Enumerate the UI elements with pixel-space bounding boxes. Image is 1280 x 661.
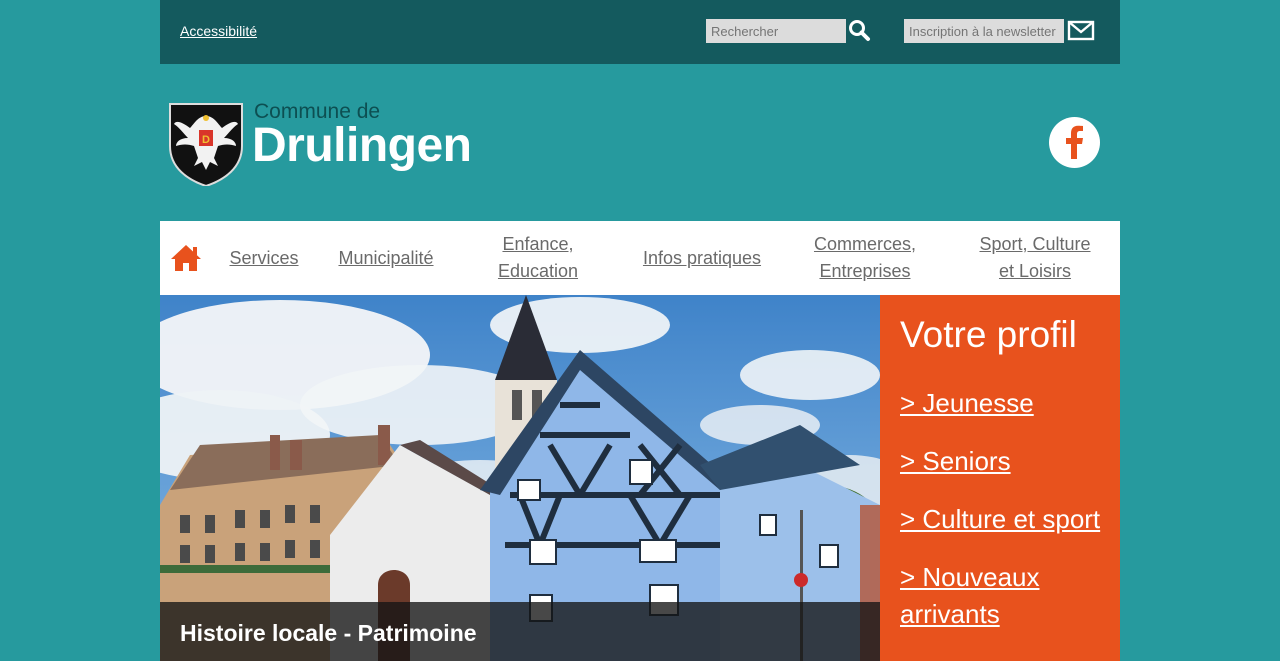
profile-link-jeunesse[interactable]: > Jeunesse <box>900 385 1034 422</box>
hero-slider[interactable]: Histoire locale - Patrimoine <box>160 295 880 661</box>
nav-item-infos-pratiques[interactable]: Infos pratiques <box>630 221 774 295</box>
home-button[interactable] <box>170 243 202 273</box>
hero-caption[interactable]: Histoire locale - Patrimoine <box>180 620 477 647</box>
facebook-link[interactable] <box>1049 117 1100 168</box>
accessibility-link[interactable]: Accessibilité <box>180 23 257 39</box>
search-input[interactable] <box>706 19 846 43</box>
site-logo[interactable]: D Commune de Drulingen <box>168 100 508 188</box>
profile-panel: Votre profil > Jeunesse > Seniors > Cult… <box>880 295 1120 661</box>
envelope-icon <box>1067 20 1095 41</box>
newsletter-input[interactable] <box>904 19 1064 43</box>
nav-item-commerces-entreprises[interactable]: Commerces, Entreprises <box>798 221 932 295</box>
coat-of-arms-icon: D <box>169 103 243 186</box>
nav-item-services[interactable]: Services <box>216 221 312 295</box>
nav-item-sport-culture-loisirs[interactable]: Sport, Culture et Loisirs <box>966 221 1104 295</box>
main-navigation: Services Municipalité Enfance, Education… <box>160 221 1120 295</box>
top-bar: Accessibilité <box>160 0 1120 64</box>
search-button[interactable] <box>848 19 872 43</box>
nav-item-enfance-education[interactable]: Enfance, Education <box>476 221 600 295</box>
search-icon <box>849 20 870 41</box>
profile-link-seniors[interactable]: > Seniors <box>900 443 1011 480</box>
profile-title: Votre profil <box>900 314 1077 355</box>
svg-text:D: D <box>202 134 210 146</box>
profile-link-nouveaux-arrivants[interactable]: > Nouveaux arrivants <box>900 559 1110 633</box>
newsletter-button[interactable] <box>1067 19 1095 43</box>
home-icon <box>171 245 201 271</box>
logo-town-name: Drulingen <box>252 119 472 172</box>
nav-item-municipalite[interactable]: Municipalité <box>326 221 446 295</box>
page-container: Accessibilité D Commune de Drulingen <box>160 0 1120 661</box>
profile-link-culture-sport[interactable]: > Culture et sport <box>900 501 1100 538</box>
facebook-icon <box>1066 125 1083 159</box>
hero-caption-bar: Histoire locale - Patrimoine <box>160 602 880 661</box>
